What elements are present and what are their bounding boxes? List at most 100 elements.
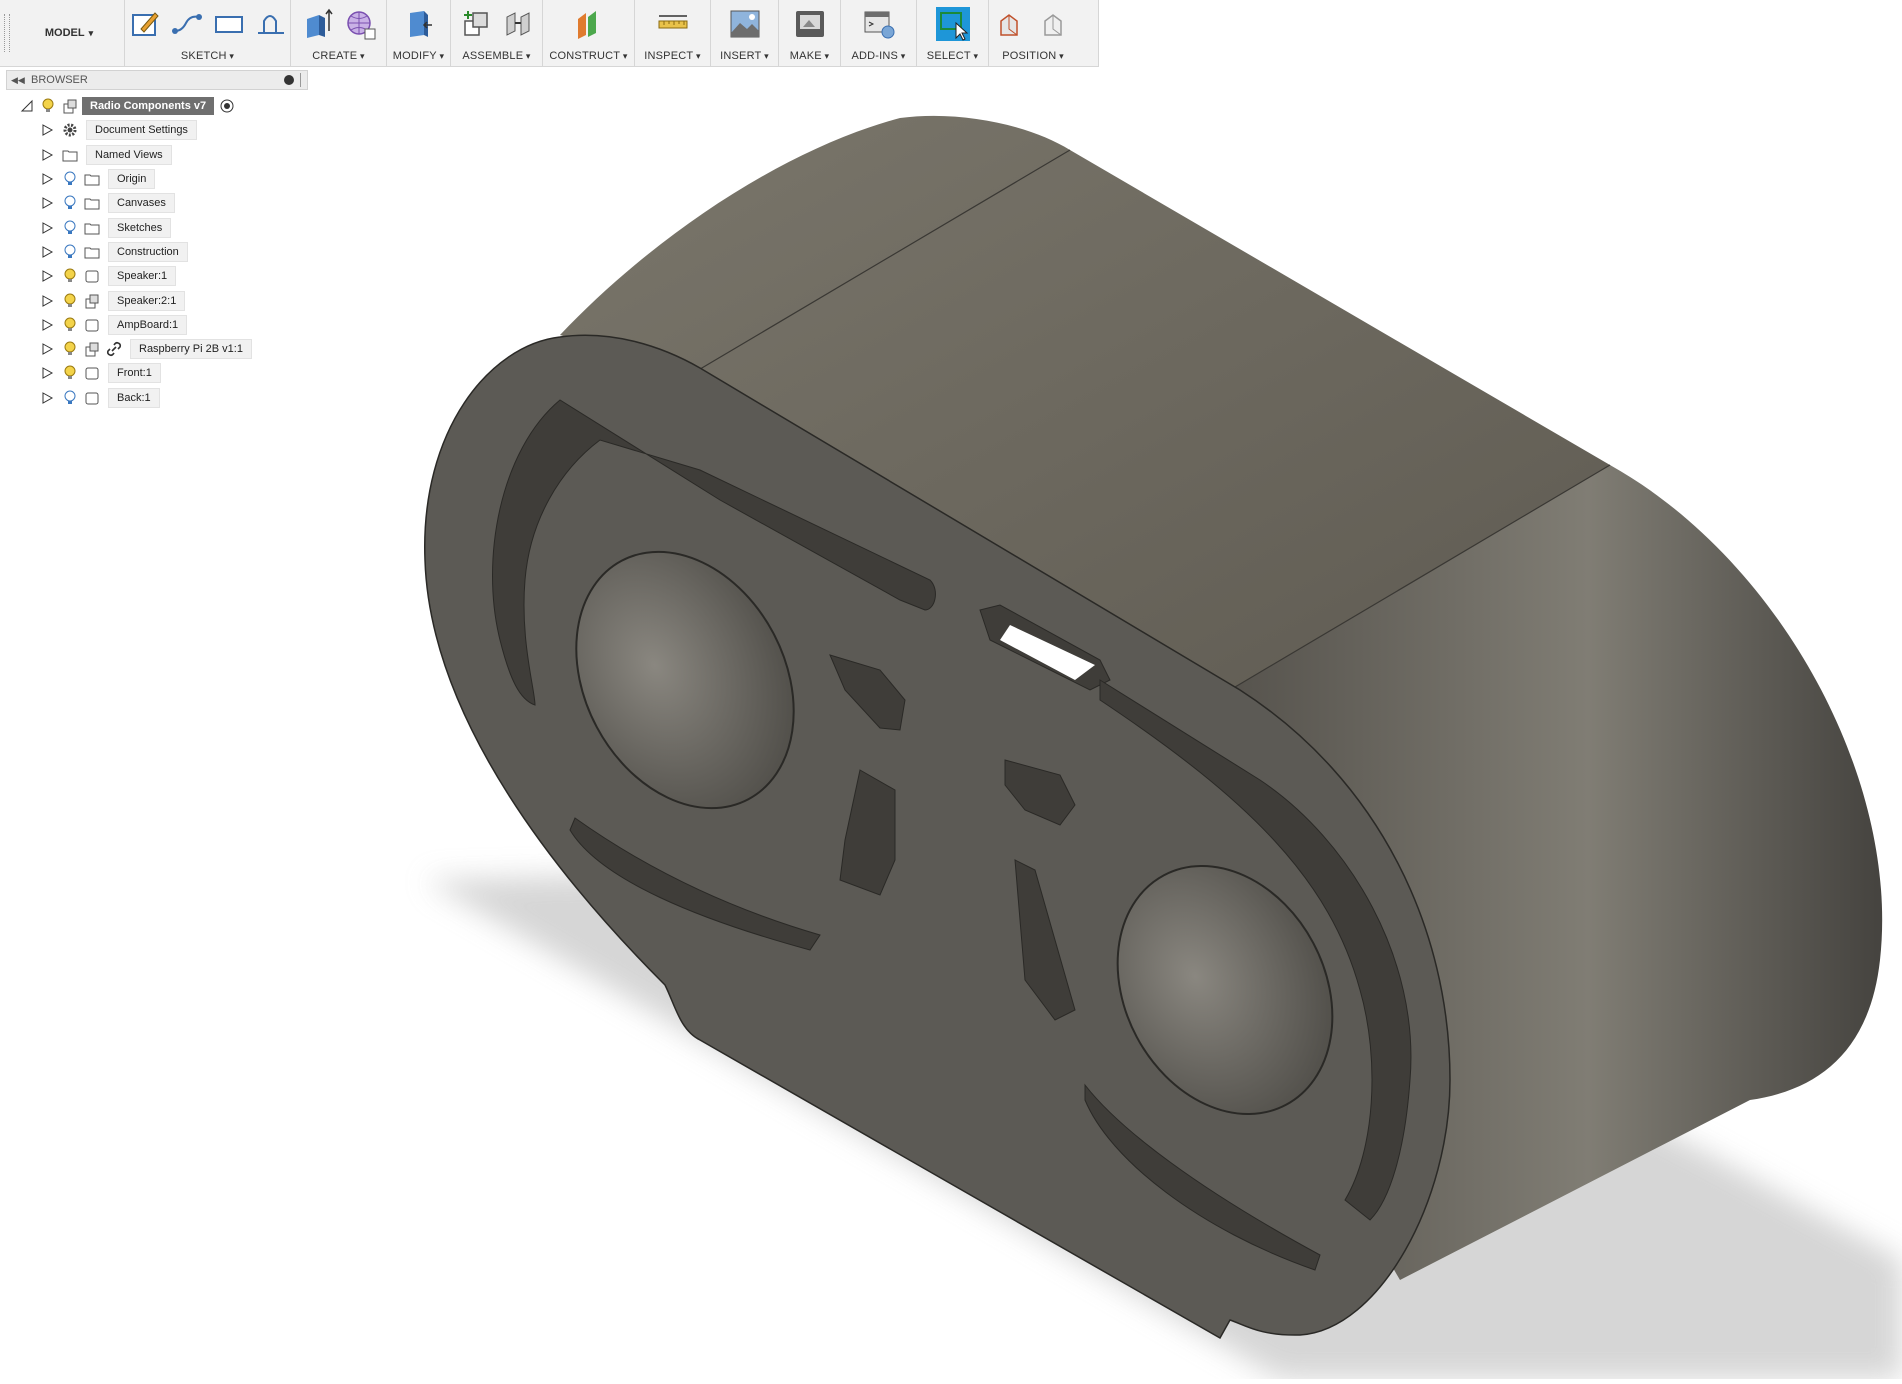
make-menu[interactable]: MAKE bbox=[790, 50, 829, 62]
visibility-bulb-icon[interactable] bbox=[62, 317, 78, 333]
tree-item-canvases[interactable]: Canvases bbox=[6, 191, 308, 215]
panel-resize-handle[interactable] bbox=[300, 73, 303, 87]
collapsed-triangle-icon[interactable] bbox=[40, 294, 54, 308]
tree-item-speaker-2[interactable]: Speaker:2:1 bbox=[6, 288, 308, 312]
new-component-icon[interactable] bbox=[459, 7, 493, 41]
folder-icon bbox=[84, 247, 100, 259]
form-icon[interactable] bbox=[343, 7, 377, 41]
tree-item-label: Raspberry Pi 2B v1:1 bbox=[130, 339, 252, 360]
tree-item-named-views[interactable]: Named Views bbox=[6, 143, 308, 167]
collapsed-triangle-icon[interactable] bbox=[40, 269, 54, 283]
collapsed-triangle-icon[interactable] bbox=[40, 196, 54, 210]
construct-menu[interactable]: CONSTRUCT bbox=[549, 50, 627, 62]
collapsed-triangle-icon[interactable] bbox=[40, 342, 54, 356]
tree-item-ampboard[interactable]: AmpBoard:1 bbox=[6, 313, 308, 337]
collapsed-triangle-icon[interactable] bbox=[40, 366, 54, 380]
create-sketch-icon[interactable] bbox=[128, 7, 162, 41]
assemble-menu[interactable]: ASSEMBLE bbox=[462, 50, 530, 62]
component-icon bbox=[85, 270, 99, 283]
tree-item-label: AmpBoard:1 bbox=[108, 314, 188, 335]
tree-item-front[interactable]: Front:1 bbox=[6, 361, 308, 385]
visibility-bulb-icon[interactable] bbox=[62, 268, 78, 284]
hidden-bulb-icon[interactable] bbox=[62, 390, 78, 406]
measure-icon[interactable] bbox=[656, 7, 690, 41]
browser-panel: ◀◀ BROWSER Radio Components v7 Document … bbox=[6, 70, 308, 410]
capture-position-icon[interactable] bbox=[995, 7, 1029, 41]
tree-item-origin[interactable]: Origin bbox=[6, 167, 308, 191]
tree-item-label: Origin bbox=[108, 169, 156, 190]
toolbar-grip[interactable] bbox=[0, 0, 14, 66]
assembly-icon bbox=[63, 99, 77, 114]
component-icon bbox=[85, 367, 99, 380]
3d-print-icon[interactable] bbox=[793, 7, 827, 41]
inspect-menu[interactable]: INSPECT bbox=[644, 50, 701, 62]
collapsed-triangle-icon[interactable] bbox=[40, 221, 54, 235]
hidden-bulb-icon[interactable] bbox=[62, 244, 78, 260]
visibility-bulb-icon[interactable] bbox=[62, 365, 78, 381]
select-menu[interactable]: SELECT bbox=[927, 50, 978, 62]
collapsed-triangle-icon[interactable] bbox=[40, 123, 54, 137]
root-component-label[interactable]: Radio Components v7 bbox=[82, 97, 215, 116]
radio-enclosure-model[interactable] bbox=[310, 66, 1902, 1379]
insert-image-icon[interactable] bbox=[728, 7, 762, 41]
tree-item-raspberry-pi[interactable]: Raspberry Pi 2B v1:1 bbox=[6, 337, 308, 361]
collapse-panel-icon[interactable]: ◀◀ bbox=[11, 75, 31, 86]
insert-group: INSERT bbox=[711, 0, 779, 66]
tree-item-construction[interactable]: Construction bbox=[6, 240, 308, 264]
select-tool-icon[interactable] bbox=[935, 7, 970, 41]
insert-menu[interactable]: INSERT bbox=[720, 50, 769, 62]
hidden-bulb-icon[interactable] bbox=[62, 220, 78, 236]
tree-item-label: Front:1 bbox=[108, 363, 161, 384]
modify-menu[interactable]: MODIFY bbox=[393, 50, 444, 62]
pin-panel-icon[interactable] bbox=[284, 75, 294, 85]
toolbar: MODEL ▾ SKETCH ▾ CREATE ▾ MODIFY ▾ ASSEM… bbox=[0, 0, 1099, 67]
sketch-menu[interactable]: SKETCH bbox=[181, 50, 234, 62]
hidden-bulb-icon[interactable] bbox=[62, 171, 78, 187]
tree-item-speaker-1[interactable]: Speaker:1 bbox=[6, 264, 308, 288]
position-menu[interactable]: POSITION bbox=[1002, 50, 1064, 62]
folder-icon bbox=[84, 174, 100, 186]
create-menu[interactable]: CREATE bbox=[312, 50, 364, 62]
tree-item-back[interactable]: Back:1 bbox=[6, 386, 308, 410]
collapsed-triangle-icon[interactable] bbox=[40, 172, 54, 186]
folder-icon bbox=[84, 223, 100, 235]
tree-item-label: Document Settings bbox=[86, 120, 197, 141]
offset-plane-icon[interactable] bbox=[572, 7, 606, 41]
chevron-down-icon: ▾ bbox=[88, 27, 94, 38]
activate-radio-icon[interactable] bbox=[220, 99, 234, 113]
folder-icon bbox=[84, 198, 100, 210]
rectangle-tool-icon[interactable] bbox=[212, 7, 246, 41]
component-icon bbox=[85, 392, 99, 405]
browser-header: ◀◀ BROWSER bbox=[6, 70, 308, 90]
sketch-group: SKETCH bbox=[125, 0, 291, 66]
collapsed-triangle-icon[interactable] bbox=[40, 391, 54, 405]
collapsed-triangle-icon[interactable] bbox=[40, 318, 54, 332]
line-tool-icon[interactable] bbox=[170, 7, 204, 41]
scripts-addins-icon[interactable] bbox=[862, 7, 896, 41]
workspace-switcher[interactable]: MODEL ▾ bbox=[14, 0, 125, 66]
tree-item-label: Named Views bbox=[86, 144, 172, 165]
canvas-viewport[interactable] bbox=[310, 66, 1902, 1379]
tree-item-label: Speaker:1 bbox=[108, 266, 177, 287]
visibility-bulb-icon[interactable] bbox=[62, 293, 78, 309]
tree-item-document-settings[interactable]: Document Settings bbox=[6, 118, 308, 142]
collapsed-triangle-icon[interactable] bbox=[40, 148, 54, 162]
position-group: POSITION bbox=[989, 0, 1077, 66]
visibility-bulb-icon[interactable] bbox=[62, 341, 78, 357]
tree-item-sketches[interactable]: Sketches bbox=[6, 215, 308, 239]
joint-icon[interactable] bbox=[501, 7, 535, 41]
extrude-icon[interactable] bbox=[301, 7, 335, 41]
revert-position-icon[interactable] bbox=[1037, 7, 1071, 41]
collapsed-triangle-icon[interactable] bbox=[40, 245, 54, 259]
hidden-bulb-icon[interactable] bbox=[62, 195, 78, 211]
tree-root[interactable]: Radio Components v7 bbox=[6, 94, 308, 118]
press-pull-icon[interactable] bbox=[402, 7, 436, 41]
addins-menu[interactable]: ADD-INS bbox=[851, 50, 905, 62]
visibility-bulb-icon[interactable] bbox=[40, 98, 56, 114]
tree-item-label: Back:1 bbox=[108, 387, 160, 408]
finish-sketch-icon[interactable] bbox=[254, 7, 288, 41]
expanded-triangle-icon[interactable] bbox=[20, 99, 34, 113]
browser-tree: Radio Components v7 Document Settings Na… bbox=[6, 94, 308, 410]
assemble-group: ASSEMBLE bbox=[451, 0, 543, 66]
tree-item-label: Speaker:2:1 bbox=[108, 290, 186, 311]
